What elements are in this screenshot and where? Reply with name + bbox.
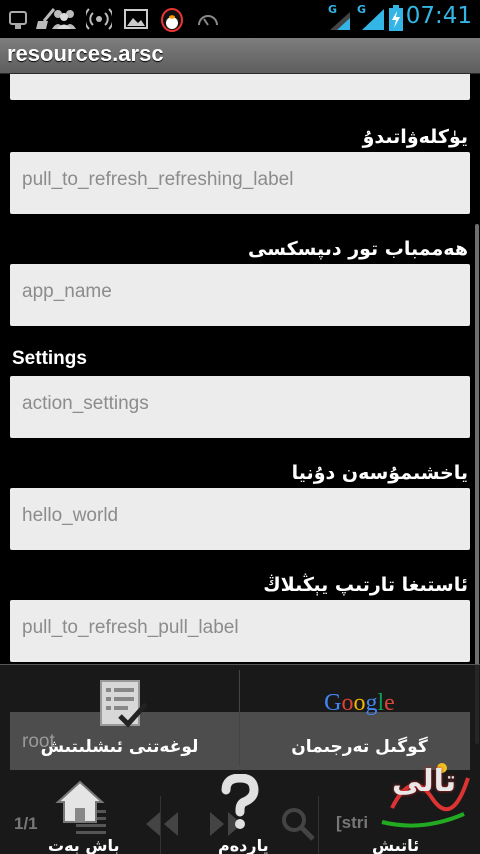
string-label: ياخشىمۇسەن دۇنيا: [291, 462, 468, 484]
google-logo-letter: o: [353, 690, 366, 716]
previous-icon[interactable]: [144, 810, 180, 838]
help-button[interactable]: ياردەم: [200, 770, 280, 854]
penguin-icon: [161, 8, 183, 32]
wifi-hotspot-icon: [86, 8, 112, 30]
string-label: ئاستىغا تارتىپ يېڭىلاڭ: [263, 574, 468, 596]
page-counter: 1/1: [14, 814, 38, 833]
string-label: Settings: [12, 348, 87, 369]
field-value: app_name: [22, 281, 112, 302]
battery-charging-icon: [389, 5, 403, 31]
clock: 07:41: [405, 3, 472, 29]
google-logo-letter: g: [365, 690, 378, 716]
question-mark-icon: [221, 774, 259, 829]
title-bar: resources.arsc: [0, 38, 480, 74]
search-icon[interactable]: [280, 806, 316, 842]
field-value: pull_to_refresh_pull_label: [22, 617, 239, 638]
usb-debug-icon: [9, 11, 27, 29]
watermark-text: تالى: [392, 764, 457, 799]
signal-icon: [330, 12, 350, 30]
use-dictionary-button[interactable]: لوغەتنى ئىشلىتىش: [0, 664, 239, 768]
google-logo-letter: e: [384, 690, 395, 716]
home-icon: [55, 780, 105, 823]
page-title: resources.arsc: [7, 41, 164, 66]
speed-icon: [198, 15, 218, 26]
string-label: يۈكلەۋاتىدۇ: [362, 126, 468, 148]
google-logo-letter: G: [324, 690, 342, 716]
string-label: ھەممباب تور دىپسكسى: [248, 238, 468, 260]
checklist-icon: [100, 680, 148, 728]
google-logo-letter: o: [341, 690, 354, 716]
search-label: ئاتىش: [372, 836, 420, 854]
string-value-field[interactable]: [10, 74, 470, 100]
field-value: hello_world: [22, 505, 119, 526]
home-button[interactable]: باش بەت: [40, 770, 120, 854]
home-label: باش بەت: [48, 836, 120, 854]
string-type-tag: [stri: [336, 813, 369, 832]
use-dictionary-label: لوغەتنى ئىشلىتىش: [40, 737, 199, 757]
field-value: pull_to_refresh_refreshing_label: [22, 169, 294, 190]
signal-icon: [362, 9, 384, 30]
string-value-field[interactable]: app_name: [10, 264, 470, 326]
help-label: ياردەم: [218, 836, 269, 854]
google-logo: Google: [240, 690, 479, 717]
field-value: action_settings: [22, 393, 149, 414]
watermark-logo: تالى: [372, 748, 476, 838]
string-value-field[interactable]: hello_world: [10, 488, 470, 550]
string-value-field[interactable]: pull_to_refresh_pull_label: [10, 600, 470, 662]
status-bar: G G 07:41: [0, 0, 480, 38]
toolbar-divider: [318, 796, 319, 854]
string-value-field[interactable]: action_settings: [10, 376, 470, 438]
string-value-field[interactable]: pull_to_refresh_refreshing_label: [10, 152, 470, 214]
people-icon: [52, 10, 76, 29]
image-icon: [124, 9, 148, 29]
